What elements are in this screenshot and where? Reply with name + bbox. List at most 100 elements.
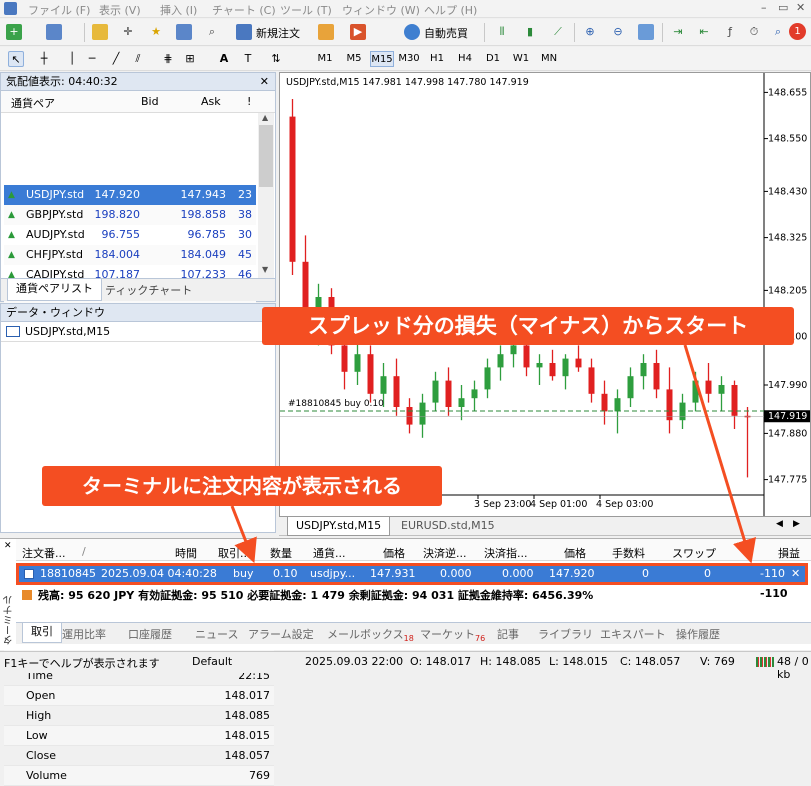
menu-chart[interactable]: チャート (C): [212, 2, 276, 18]
timeframe-m30[interactable]: M30: [397, 51, 421, 67]
minimize-icon[interactable]: –: [761, 1, 767, 14]
terminal-tab[interactable]: 口座履歴: [128, 626, 172, 642]
th-commission[interactable]: 手数料: [612, 545, 645, 561]
line-chart-icon[interactable]: ⟋: [550, 24, 566, 40]
market-watch-row[interactable]: ▲ GBPJPY.std 198.820 198.858 38: [4, 205, 256, 225]
terminal-tab[interactable]: メールボックス18: [327, 626, 414, 643]
terminal-tab[interactable]: ライブラリ: [538, 626, 593, 642]
strategy-tester-icon[interactable]: ⌕: [204, 24, 220, 40]
menu-file[interactable]: ファイル (F): [28, 2, 90, 18]
channel-icon[interactable]: ⫽: [130, 51, 146, 67]
market-watch-row[interactable]: ▲ AUDJPY.std 96.755 96.785 30: [4, 225, 256, 245]
zoom-out-icon[interactable]: ⊖: [610, 24, 626, 40]
horizontal-line-icon[interactable]: ─: [84, 51, 100, 67]
autoscroll-icon[interactable]: ⇤: [696, 24, 712, 40]
th-order-id[interactable]: 注文番...: [22, 545, 66, 561]
menu-tools[interactable]: ツール (T): [280, 2, 332, 18]
timeframe-mn[interactable]: MN: [537, 51, 561, 67]
chart-shift-icon[interactable]: ⇥: [670, 24, 686, 40]
gann-icon[interactable]: ⊞: [182, 51, 198, 67]
terminal-icon[interactable]: [176, 24, 192, 40]
col-ask[interactable]: Ask: [201, 95, 221, 108]
menu-view[interactable]: 表示 (V): [99, 2, 141, 18]
profiles-icon[interactable]: [46, 24, 62, 40]
tabs-scroll-left-icon[interactable]: ◀: [776, 519, 783, 529]
globe-icon[interactable]: [404, 24, 420, 40]
col-symbol[interactable]: 通貨ペア: [11, 95, 55, 111]
search-icon[interactable]: ⌕: [770, 24, 786, 40]
order-tp[interactable]: 0.000: [502, 567, 534, 580]
candlestick-icon[interactable]: ▮: [522, 24, 538, 40]
terminal-tab[interactable]: エキスパート: [600, 626, 666, 642]
restore-icon[interactable]: ▭: [778, 1, 788, 14]
fibonacci-icon[interactable]: ⋕: [160, 51, 176, 67]
th-time[interactable]: 時間: [175, 545, 197, 561]
navigator-icon[interactable]: ★: [148, 24, 164, 40]
notification-badge[interactable]: 1: [789, 23, 806, 40]
terminal-tab[interactable]: 取引: [22, 623, 62, 643]
connection-bars-icon[interactable]: [756, 657, 774, 667]
th-symbol[interactable]: 通貨...: [313, 545, 346, 561]
bar-chart-icon[interactable]: ⫴: [494, 24, 510, 40]
vertical-line-icon[interactable]: │: [64, 51, 80, 67]
menu-help[interactable]: ヘルプ (H): [424, 2, 477, 18]
th-tp[interactable]: 決済指...: [484, 545, 528, 561]
col-bid[interactable]: Bid: [141, 95, 159, 108]
market-watch-row[interactable]: ▲ CHFJPY.std 184.004 184.049 45: [4, 245, 256, 265]
th-sl[interactable]: 決済逆...: [423, 545, 467, 561]
close-icon[interactable]: ✕: [796, 1, 805, 14]
indicators-icon[interactable]: ƒ: [722, 24, 738, 40]
th-type[interactable]: 取引...: [218, 545, 251, 561]
menu-window[interactable]: ウィンドウ (W): [342, 2, 420, 18]
trendline-icon[interactable]: ╱: [108, 51, 124, 67]
th-profit[interactable]: 損益: [778, 545, 800, 561]
timeframe-d1[interactable]: D1: [481, 51, 505, 67]
timeframe-m15[interactable]: M15: [370, 51, 394, 67]
panel-close-icon[interactable]: ✕: [260, 73, 269, 90]
timeframe-h1[interactable]: H1: [425, 51, 449, 67]
new-chart-icon[interactable]: +: [6, 24, 22, 40]
crosshair-tool-icon[interactable]: ┼: [36, 51, 52, 67]
terminal-tab[interactable]: ニュース: [195, 626, 238, 642]
order-sl[interactable]: 0.000: [440, 567, 472, 580]
terminal-tab[interactable]: マーケット76: [420, 626, 485, 643]
crosshair-icon[interactable]: ✛: [120, 24, 136, 40]
candlestick-chart[interactable]: 148.655148.550148.430148.325148.205148.1…: [280, 73, 810, 516]
new-order-icon[interactable]: [236, 24, 252, 40]
order-close-icon[interactable]: ✕: [791, 567, 800, 580]
th-current-price[interactable]: 価格: [564, 545, 586, 561]
terminal-tab[interactable]: アラーム設定: [248, 626, 314, 642]
market-watch-icon[interactable]: [92, 24, 108, 40]
timeframe-m1[interactable]: M1: [313, 51, 337, 67]
text-tool-icon[interactable]: A: [216, 51, 232, 67]
zoom-in-icon[interactable]: ⊕: [582, 24, 598, 40]
chart-tab-eurusd[interactable]: EURUSD.std,M15: [401, 519, 495, 532]
th-price[interactable]: 価格: [383, 545, 405, 561]
timeframe-m5[interactable]: M5: [342, 51, 366, 67]
timeframe-w1[interactable]: W1: [509, 51, 533, 67]
metaeditor-icon[interactable]: [318, 24, 334, 40]
terminal-tab[interactable]: 記事: [497, 626, 519, 642]
menu-insert[interactable]: 挿入 (I): [160, 2, 197, 18]
auto-trading-button[interactable]: 自動売買: [424, 25, 468, 41]
terminal-close-icon[interactable]: ✕: [4, 541, 12, 551]
col-spread[interactable]: !: [247, 95, 251, 108]
new-order-button[interactable]: 新規注文: [256, 25, 300, 41]
market-watch-scrollbar[interactable]: ▲ ▼: [258, 113, 274, 278]
auto-trading-icon[interactable]: ▶: [350, 24, 366, 40]
cursor-icon[interactable]: ↖: [8, 51, 24, 67]
terminal-tab[interactable]: 運用比率: [62, 626, 106, 642]
chart-tab-usdjpy[interactable]: USDJPY.std,M15: [287, 517, 391, 536]
timeframe-h4[interactable]: H4: [453, 51, 477, 67]
tabs-scroll-right-icon[interactable]: ▶: [793, 519, 800, 529]
tab-symbols[interactable]: 通貨ペアリスト: [7, 279, 102, 301]
market-watch-row[interactable]: ▲ USDJPY.std 147.920 147.943 23: [4, 185, 256, 205]
label-tool-icon[interactable]: T: [240, 51, 256, 67]
periods-icon[interactable]: ⏱: [746, 24, 762, 40]
tab-tick-chart[interactable]: ティックチャート: [105, 282, 192, 298]
th-swap[interactable]: スワップ: [672, 545, 716, 561]
app-icon[interactable]: [4, 2, 17, 15]
th-volume[interactable]: 数量: [270, 545, 292, 561]
tile-windows-icon[interactable]: [638, 24, 654, 40]
terminal-tab[interactable]: 操作履歴: [676, 626, 720, 642]
